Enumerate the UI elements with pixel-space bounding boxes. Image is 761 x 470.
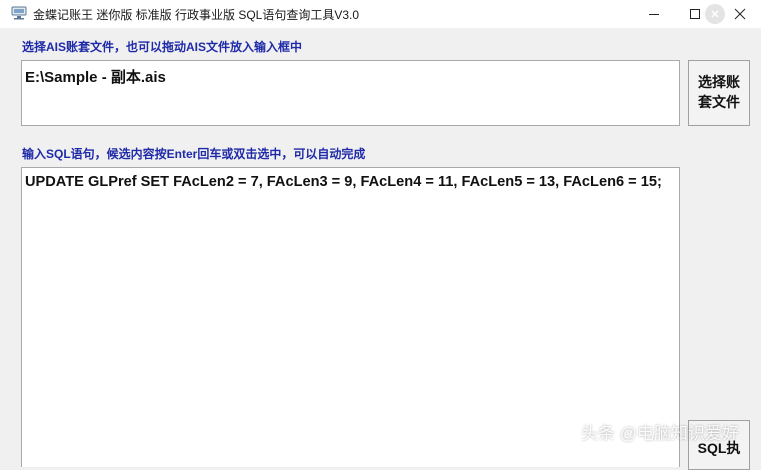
select-button-label-line2: 套文件 xyxy=(698,94,740,110)
ais-file-path: E:\Sample - 副本.ais xyxy=(25,69,166,86)
select-button-label-line1: 选择账 xyxy=(698,74,740,90)
select-ais-file-button[interactable]: 选择账 套文件 xyxy=(688,60,750,126)
close-icon xyxy=(734,8,746,20)
ais-file-input[interactable]: E:\Sample - 副本.ais xyxy=(21,60,680,126)
watermark: 头条 @电脑知识爱好 xyxy=(581,424,739,443)
sql-label: 输入SQL语句，候选内容按Enter回车或双击选中，可以自动完成 xyxy=(22,147,366,161)
sql-text: UPDATE GLPref SET FAcLen2 = 7, FAcLen3 =… xyxy=(25,174,662,190)
app-icon xyxy=(11,6,27,20)
close-button[interactable] xyxy=(722,0,758,28)
file-label: 选择AIS账套文件，也可以拖动AIS文件放入输入框中 xyxy=(22,40,303,54)
title-bar: 金蝶记账王 迷你版 标准版 行政事业版 SQL语句查询工具V3.0 xyxy=(0,0,761,28)
minimize-button[interactable] xyxy=(636,0,672,28)
window-title: 金蝶记账王 迷你版 标准版 行政事业版 SQL语句查询工具V3.0 xyxy=(33,8,360,22)
maximize-icon xyxy=(690,9,700,19)
minimize-icon xyxy=(649,14,659,15)
